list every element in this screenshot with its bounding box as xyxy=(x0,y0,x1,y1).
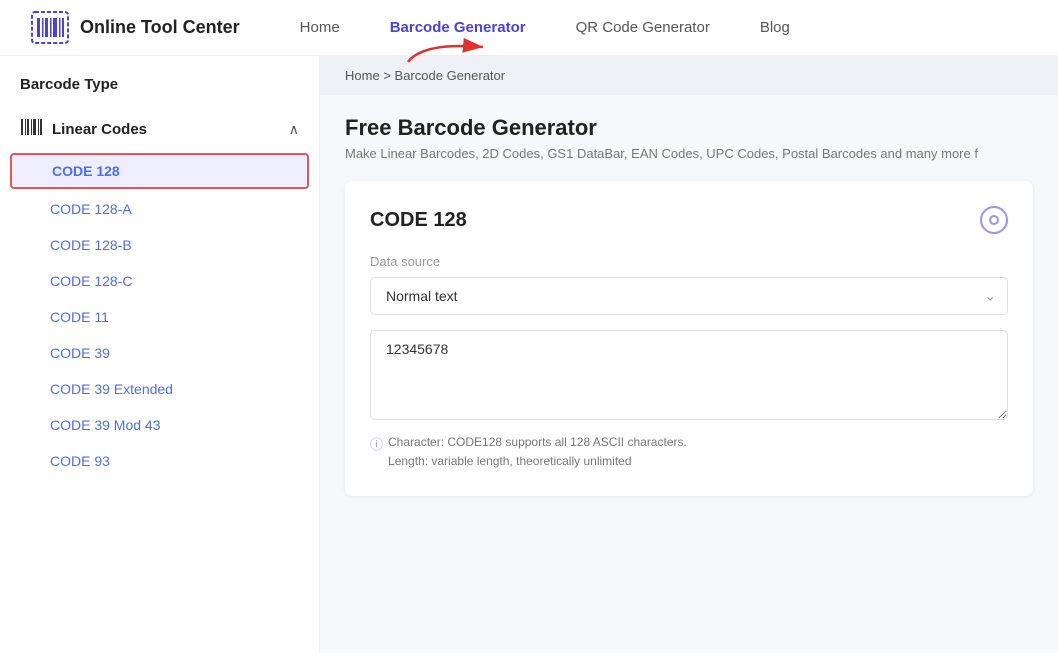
barcode-group-icon xyxy=(20,118,42,141)
settings-circle-icon xyxy=(989,215,999,225)
nav-barcode-generator[interactable]: Barcode Generator xyxy=(390,19,526,36)
page-subtitle: Make Linear Barcodes, 2D Codes, GS1 Data… xyxy=(345,146,1033,161)
sidebar-item-code39mod43[interactable]: CODE 39 Mod 43 xyxy=(0,407,319,443)
sidebar-item-code128c[interactable]: CODE 128-C xyxy=(0,263,319,299)
sidebar-item-code128a[interactable]: CODE 128-A xyxy=(0,191,319,227)
info-line2: Length: variable length, theoretically u… xyxy=(388,452,687,471)
nav-qr-code-generator[interactable]: QR Code Generator xyxy=(576,19,710,36)
main-nav: Home Barcode Generator QR Code Generator… xyxy=(300,19,1028,36)
sidebar-item-code128[interactable]: CODE 128 xyxy=(10,153,309,189)
barcode-card: CODE 128 Data source Normal text Hex Bas… xyxy=(345,181,1033,496)
sidebar-group-header-left: Linear Codes xyxy=(20,118,147,141)
barcode-card-header: CODE 128 xyxy=(370,206,1008,234)
barcode-text-input[interactable]: 12345678 xyxy=(370,330,1008,420)
sidebar-group-header[interactable]: Linear Codes ∧ xyxy=(0,108,319,151)
sidebar-item-code39[interactable]: CODE 39 xyxy=(0,335,319,371)
breadcrumb-home[interactable]: Home xyxy=(345,68,380,83)
logo-icon xyxy=(30,10,70,45)
settings-icon[interactable] xyxy=(980,206,1008,234)
sidebar-item-code93[interactable]: CODE 93 xyxy=(0,443,319,479)
sidebar-item-code11[interactable]: CODE 11 xyxy=(0,299,319,335)
logo-text: Online Tool Center xyxy=(80,17,240,38)
content-area: Home > Barcode Generator Free Barcode Ge… xyxy=(320,56,1058,653)
info-lines: Character: CODE128 supports all 128 ASCI… xyxy=(388,433,687,471)
sidebar-item-code128b[interactable]: CODE 128-B xyxy=(0,227,319,263)
data-source-label: Data source xyxy=(370,254,1008,269)
main-layout: Barcode Type Linear Codes xyxy=(0,56,1058,653)
breadcrumb-separator: > xyxy=(383,68,391,83)
info-line1: Character: CODE128 supports all 128 ASCI… xyxy=(388,433,687,452)
barcode-card-title: CODE 128 xyxy=(370,209,467,232)
sidebar-group-label: Linear Codes xyxy=(52,121,147,138)
logo-area: Online Tool Center xyxy=(30,10,240,45)
data-source-wrapper: Normal text Hex Base64 ⌄ xyxy=(370,277,1008,315)
info-icon: ⓘ xyxy=(370,434,383,453)
sidebar: Barcode Type Linear Codes xyxy=(0,56,320,653)
chevron-up-icon: ∧ xyxy=(289,121,299,138)
breadcrumb: Home > Barcode Generator xyxy=(320,56,1058,95)
nav-home[interactable]: Home xyxy=(300,19,340,36)
sidebar-section-title: Barcode Type xyxy=(0,76,319,108)
info-text: ⓘ Character: CODE128 supports all 128 AS… xyxy=(370,433,1008,471)
data-source-select[interactable]: Normal text Hex Base64 xyxy=(370,277,1008,315)
header: Online Tool Center Home Barcode Generato… xyxy=(0,0,1058,56)
page-title: Free Barcode Generator xyxy=(345,115,1033,141)
content-inner: Free Barcode Generator Make Linear Barco… xyxy=(320,95,1058,516)
nav-blog[interactable]: Blog xyxy=(760,19,790,36)
sidebar-item-code39ext[interactable]: CODE 39 Extended xyxy=(0,371,319,407)
breadcrumb-current: Barcode Generator xyxy=(395,68,506,83)
